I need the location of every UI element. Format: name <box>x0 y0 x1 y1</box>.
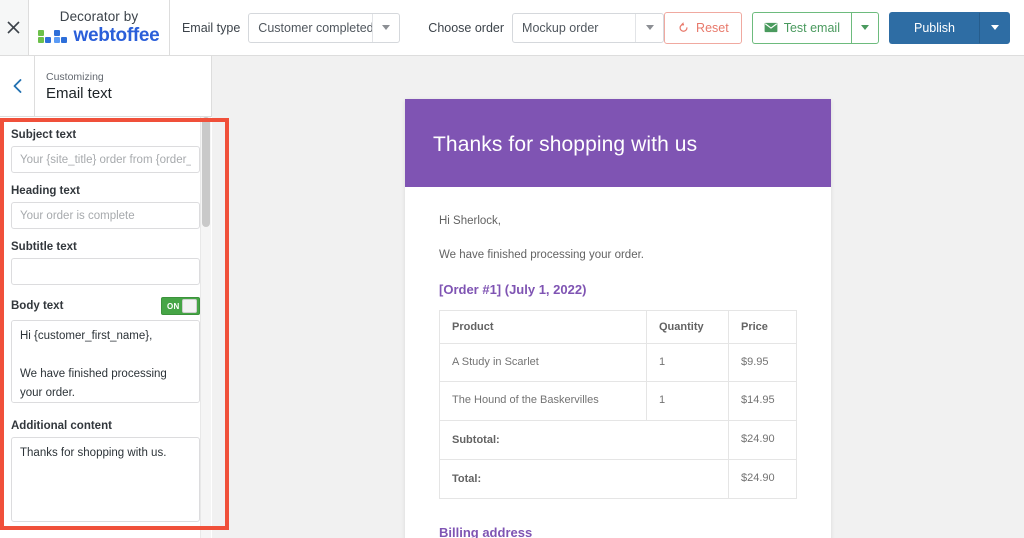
cell-price: $14.95 <box>728 381 797 422</box>
logo-squares-icon <box>38 28 68 43</box>
email-type-value: Customer completed or… <box>258 20 372 35</box>
billing-address-title: Billing address <box>439 525 533 538</box>
body-text-header: Body text ON <box>11 297 200 315</box>
sidebar-back-button[interactable] <box>0 56 35 116</box>
email-type-label: Email type <box>181 20 241 35</box>
reset-button[interactable]: Reset <box>664 11 742 44</box>
email-greeting: Hi Sherlock, <box>439 215 501 227</box>
chevron-down-icon <box>371 13 400 42</box>
additional-content-label: Additional content <box>11 420 112 432</box>
email-type-select[interactable]: Customer completed or… <box>248 12 401 43</box>
choose-order-value: Mockup order <box>522 20 599 35</box>
sidebar-scrollbar[interactable] <box>200 117 211 538</box>
publish-label: Publish <box>913 20 955 35</box>
sidebar-header: Customizing Email text <box>0 56 211 117</box>
close-customizer-button[interactable] <box>0 0 29 55</box>
additional-content-field: Additional content <box>11 420 200 527</box>
choose-order-select[interactable]: Mockup order <box>512 12 665 43</box>
brand-name: webtoffee <box>73 24 160 46</box>
reset-label: Reset <box>696 20 729 35</box>
subtitle-text-field: Subtitle text <box>11 241 200 285</box>
customizing-eyebrow: Customizing <box>46 70 104 83</box>
test-email-label: Test email <box>783 20 840 35</box>
table-row: Total: $24.90 <box>439 459 797 500</box>
email-text-form: Subject text Heading text Subtitle text … <box>0 117 212 538</box>
publish-split-button: Publish <box>888 11 1010 44</box>
sidebar-scrollbar-thumb[interactable] <box>202 117 210 227</box>
customizer-sidebar: Customizing Email text Subject text Head… <box>0 56 212 538</box>
subtotal-label: Subtotal: <box>439 420 729 461</box>
cell-quantity: 1 <box>646 381 729 422</box>
email-preview-area: Thanks for shopping with us Hi Sherlock,… <box>213 56 1024 538</box>
brand-tagline: Decorator by <box>59 8 139 24</box>
publish-button[interactable]: Publish <box>888 11 980 44</box>
envelope-icon <box>764 22 778 33</box>
body-text-label: Body text <box>11 300 64 312</box>
chevron-left-icon <box>13 79 21 93</box>
toggle-knob <box>182 299 197 313</box>
column-header-price: Price <box>728 309 797 344</box>
total-label: Total: <box>439 459 729 500</box>
chevron-down-icon <box>635 13 663 42</box>
subject-text-label: Subject text <box>11 129 77 141</box>
panel-title: Email text <box>46 84 112 102</box>
order-table-head: Product Quantity Price <box>439 309 797 344</box>
test-email-button[interactable]: Test email <box>751 11 851 44</box>
email-body: Hi Sherlock, We have finished processing… <box>405 187 831 538</box>
email-order-title: [Order #1] (July 1, 2022) <box>439 281 587 297</box>
cell-price: $9.95 <box>728 342 797 383</box>
column-header-product: Product <box>439 309 647 344</box>
order-table-foot: Subtotal: $24.90 Total: $24.90 <box>439 420 797 500</box>
subtitle-text-label: Subtitle text <box>11 241 77 253</box>
order-items-table: Product Quantity Price A Study in Scarle… <box>439 309 797 500</box>
sidebar-title-group: Customizing Email text <box>35 56 112 116</box>
undo-icon <box>679 22 688 32</box>
brand-logo: Decorator by webtoffee <box>28 0 170 55</box>
email-intro: We have finished processing your order. <box>439 249 644 262</box>
choose-order-label: Choose order <box>428 20 505 35</box>
body-text-toggle[interactable]: ON <box>161 297 200 315</box>
subject-text-field: Subject text <box>11 129 200 173</box>
customizer-app: Decorator by webtoffee Email type Custom… <box>0 0 1024 538</box>
cell-product: The Hound of the Baskervilles <box>439 381 647 422</box>
email-preview-card: Thanks for shopping with us Hi Sherlock,… <box>405 99 831 538</box>
heading-text-input[interactable] <box>11 202 200 229</box>
order-table-body: A Study in Scarlet 1 $9.95 The Hound of … <box>439 342 797 422</box>
body-text-textarea[interactable] <box>11 320 200 403</box>
total-value: $24.90 <box>728 459 797 500</box>
body-text-field: Body text ON <box>11 297 200 408</box>
email-header-title: Thanks for shopping with us <box>433 133 698 156</box>
subtitle-text-input[interactable] <box>11 258 200 285</box>
table-row: The Hound of the Baskervilles 1 $14.95 <box>439 381 797 422</box>
toolbar-controls: Email type Customer completed or… Choose… <box>169 0 1024 55</box>
body-text-toggle-state: ON <box>167 301 180 311</box>
cell-quantity: 1 <box>646 342 729 383</box>
webtoffee-logo: webtoffee <box>38 24 160 47</box>
table-row: Subtotal: $24.90 <box>439 420 797 461</box>
table-header-row: Product Quantity Price <box>439 309 797 344</box>
test-email-split-button: Test email <box>751 11 879 44</box>
subtotal-value: $24.90 <box>728 420 797 461</box>
heading-text-field: Heading text <box>11 185 200 229</box>
subject-text-input[interactable] <box>11 146 200 173</box>
top-toolbar: Decorator by webtoffee Email type Custom… <box>0 0 1024 56</box>
table-row: A Study in Scarlet 1 $9.95 <box>439 342 797 383</box>
test-email-dropdown-button[interactable] <box>850 11 879 44</box>
chevron-down-icon <box>990 25 999 30</box>
publish-dropdown-button[interactable] <box>979 11 1010 44</box>
chevron-down-icon <box>860 25 869 30</box>
column-header-quantity: Quantity <box>646 309 729 344</box>
cell-product: A Study in Scarlet <box>439 342 647 383</box>
heading-text-label: Heading text <box>11 185 81 197</box>
additional-content-textarea[interactable] <box>11 437 200 522</box>
close-icon <box>7 21 21 34</box>
email-header-banner: Thanks for shopping with us <box>405 99 831 187</box>
